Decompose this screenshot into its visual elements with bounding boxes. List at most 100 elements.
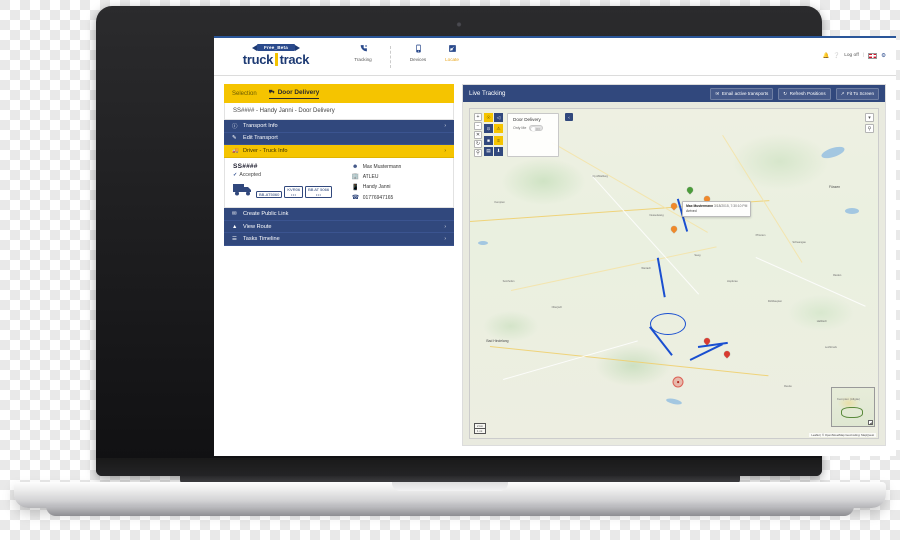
rotate-icon[interactable]: ↻ [474,140,482,148]
collapse-panel-button[interactable]: ‹ [565,113,573,121]
layer-tile[interactable]: ⚠ [494,124,503,133]
license-plate: BB AT 5066 ••• [305,186,332,198]
layer-tile[interactable]: ⬇ [494,147,503,156]
layers-icon[interactable]: ▾ [865,113,874,122]
bell-icon[interactable]: 🔔 [823,53,830,59]
layer-tile[interactable]: ☉ [484,113,493,122]
sidebar-label-create-public-link: Create Public Link [243,211,288,217]
phone-icon: ☎ [352,194,359,201]
map-panel-header: Live Tracking ✉ Email active transports … [463,85,885,102]
map-scale-bar: 2 km 1 mi [474,423,486,434]
zoom-out-button[interactable]: − [474,122,482,130]
sidebar-item-view-route[interactable]: ▲ View Route › [224,221,454,234]
layer-info-card: Door Delivery Only Me OFF [507,113,559,157]
zoom-in-button[interactable]: + [474,113,482,121]
contact-text-mobile: Handy Janni [363,184,391,190]
refresh-positions-button[interactable]: ↻ Refresh Positions [778,88,830,100]
company-icon: 🏢 [352,173,359,180]
mail-icon: ✉ [715,91,719,97]
layer-tile[interactable]: ▤ [484,147,493,156]
tab-door-delivery[interactable]: Door Delivery [269,89,320,99]
sidebar-item-driver-truck-info[interactable]: 🚚 Driver - Truck Info › [224,145,454,158]
plate-text: BB-AT5060 [259,192,279,197]
sidebar-item-create-public-link[interactable]: ✉ Create Public Link [224,208,454,221]
search-icon[interactable]: ⚲ [865,124,874,133]
lake-shape [478,241,488,245]
refresh-positions-label: Refresh Positions [790,91,826,96]
map-panel-title: Live Tracking [469,90,505,97]
sidebar-label-view-route: View Route [243,224,272,230]
map-tiles [470,109,878,438]
plate-dots: ••• [308,193,329,197]
map-label: Bad Hindelang [486,339,508,343]
email-active-transports-label: Email active transports [722,91,768,96]
sidebar-item-tasks-timeline[interactable]: ☰ Tasks Timeline › [224,233,454,246]
fit-to-screen-button[interactable]: ↗ Fit To Screen [836,88,879,100]
refresh-icon: ↻ [783,91,787,97]
sidebar-item-edit-transport[interactable]: ✎ Edit Transport [224,133,454,146]
map-pin-delivery[interactable] [724,351,730,359]
map-viewport[interactable]: Füssen Bad Hindelang Pfronten Nesselwang… [469,108,879,439]
layer-tile[interactable]: ≡ [494,136,503,145]
laptop-base [14,482,886,508]
webcam [457,22,462,27]
app-body: Selection Door Delivery [214,76,896,456]
only-me-toggle[interactable]: OFF [529,125,543,131]
nav-item-devices[interactable]: Devices [401,44,435,62]
flag-icon[interactable] [868,53,877,59]
sidebar-label-driver-truck-info: Driver - Truck Info [243,148,287,154]
current-position-marker[interactable]: ● [673,377,684,388]
selection-bar: Selection Door Delivery [224,84,454,103]
pin-icon[interactable]: ⚲ [474,149,482,157]
nav-item-locate[interactable]: Locate [435,44,469,62]
layer-tile[interactable]: ⊙ [484,124,493,133]
laptop-base-foot [46,506,854,516]
email-active-transports-button[interactable]: ✉ Email active transports [710,88,773,100]
map-label: Reutte [784,385,792,388]
map-pin-start[interactable] [687,187,693,195]
map-pin-delivery[interactable] [704,338,710,346]
minimap-extent [841,407,863,418]
license-plate: BB-AT5060 [256,191,282,198]
device-icon [414,44,423,55]
chevron-right-icon: › [444,236,446,242]
minimap[interactable]: Kempten (Allgäu) ◢ [831,387,875,427]
truck-icon: 🚚 [232,148,239,154]
map-pin-stop[interactable] [671,226,677,234]
map-attribution: Leaflet | © OpenStreetMap GeoCoding: Map… [809,433,876,437]
nav-item-tracking[interactable]: Tracking [346,44,380,62]
only-me-toggle-row: Only Me OFF [513,125,553,131]
map-label: Rieden [833,274,841,277]
sidebar-item-transport-info[interactable]: ⓘ Transport Info › [224,120,454,133]
map-label: Schwangau [792,241,806,244]
header-accent-line [214,36,896,38]
laptop-mockup: Free_Beta truck track [0,0,900,540]
sidebar-menu-secondary: ✉ Create Public Link ▲ View Route › ☰ Ta… [224,208,454,246]
minimap-expand-button[interactable]: ◢ [868,420,873,425]
driver-status-label: Accepted [239,172,261,178]
map-label: Oy-Mittelberg [592,175,608,178]
app-logo[interactable]: Free_Beta truck track [224,44,328,67]
question-icon[interactable]: ❔ [833,53,840,59]
sidebar-label-transport-info: Transport Info [243,123,278,129]
only-me-state: OFF [535,127,541,131]
route-loop [650,313,686,335]
layer-title: Door Delivery [513,117,553,122]
fit-icon[interactable]: ✕ [474,131,482,139]
contact-row-driver: ☻ Max Mustermann [352,164,445,170]
gear-icon[interactable]: ⚙ [881,53,886,59]
logoff-link[interactable]: Log off [844,53,859,58]
layer-tile[interactable]: ■ [484,136,493,145]
laptop-screen: Free_Beta truck track [214,36,896,456]
chevron-right-icon: › [444,123,446,129]
only-me-label: Only Me [513,126,526,130]
sidebar-label-tasks-timeline: Tasks Timeline [243,236,280,242]
map-pin-stop[interactable] [671,203,677,211]
layer-tile[interactable]: ◁ [494,113,503,122]
driver-code: SS#### [233,163,352,170]
driver-truck-panel: SS#### ✓ Accepted [224,158,454,209]
timeline-icon: ☰ [232,236,239,242]
map-label: Lechbruck [825,346,837,349]
map-container[interactable]: Füssen Bad Hindelang Pfronten Nesselwang… [463,102,885,445]
logo-word-track: track [280,52,310,67]
